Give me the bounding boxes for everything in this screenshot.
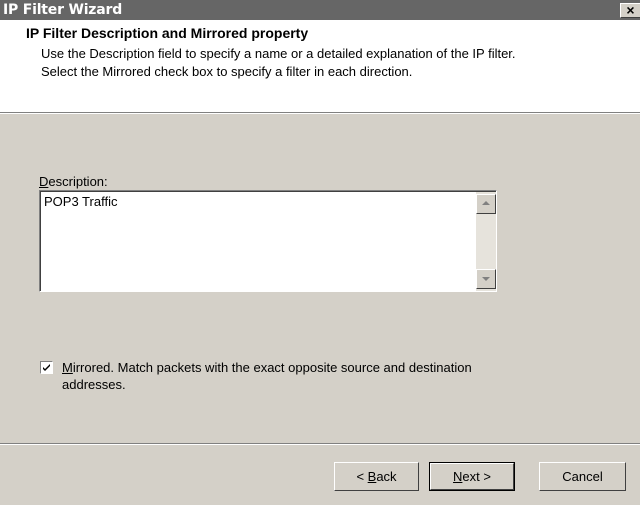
next-button[interactable]: Next > bbox=[429, 462, 515, 491]
description-scrollbar[interactable] bbox=[476, 192, 496, 291]
description-label: Description: bbox=[39, 174, 108, 189]
mirrored-checkbox[interactable] bbox=[40, 361, 53, 374]
description-value[interactable]: POP3 Traffic bbox=[44, 194, 117, 209]
window-title: IP Filter Wizard bbox=[3, 2, 123, 18]
description-label-text: escription: bbox=[48, 174, 108, 189]
mirrored-label[interactable]: Mirrored. Match packets with the exact o… bbox=[62, 360, 472, 375]
close-button[interactable]: × bbox=[620, 3, 640, 18]
back-prefix: < bbox=[356, 469, 368, 484]
next-hotkey: N bbox=[453, 469, 463, 484]
header-divider bbox=[0, 113, 640, 114]
page-title: IP Filter Description and Mirrored prope… bbox=[26, 25, 309, 41]
scroll-up-button[interactable] bbox=[476, 194, 496, 214]
footer-divider-highlight bbox=[0, 444, 640, 445]
description-hotkey: D bbox=[39, 174, 49, 189]
mirrored-label-line-2[interactable]: addresses. bbox=[62, 377, 126, 392]
checkmark-icon bbox=[43, 364, 50, 371]
back-button[interactable]: < Back bbox=[334, 462, 419, 491]
description-field-inner: POP3 Traffic bbox=[40, 191, 496, 291]
cancel-button[interactable]: Cancel bbox=[539, 462, 626, 491]
close-icon: × bbox=[626, 2, 635, 18]
description-field[interactable]: POP3 Traffic bbox=[39, 190, 497, 292]
mirrored-hotkey: M bbox=[62, 360, 73, 375]
page-description-line-1: Use the Description field to specify a n… bbox=[41, 46, 516, 61]
scroll-down-button[interactable] bbox=[476, 269, 496, 289]
ip-filter-wizard-window: IP Filter Wizard × IP Filter Description… bbox=[0, 0, 640, 505]
page-description-line-2: Select the Mirrored check box to specify… bbox=[41, 64, 413, 79]
back-label: ack bbox=[376, 469, 397, 484]
scroll-up-arrow-icon bbox=[482, 201, 490, 205]
scroll-down-arrow-icon bbox=[482, 277, 490, 281]
title-bar[interactable]: IP Filter Wizard × bbox=[0, 0, 640, 20]
mirrored-label-text: irrored. Match packets with the exact op… bbox=[72, 360, 472, 375]
next-label: ext > bbox=[462, 469, 491, 484]
